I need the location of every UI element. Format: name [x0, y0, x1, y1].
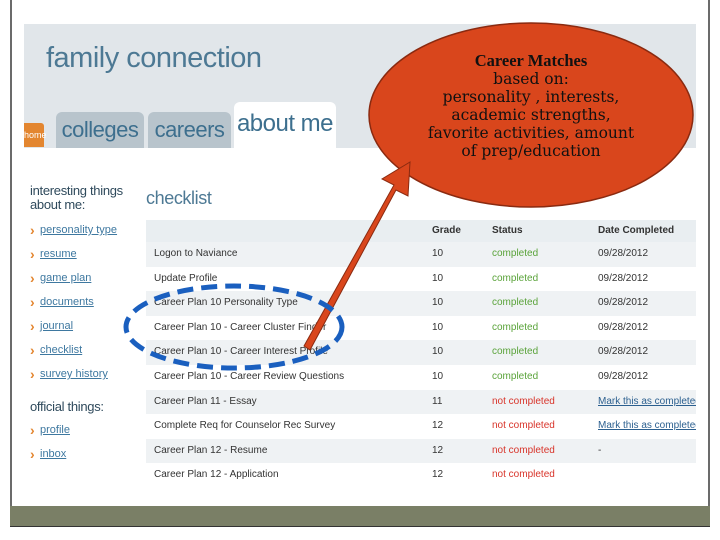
highlight-ellipse — [123, 283, 345, 371]
callout-line: of prep/education — [461, 142, 601, 160]
callout-text: Career Matches based on: personality , i… — [412, 51, 650, 161]
callout-line: academic strengths, — [451, 106, 611, 124]
callout-line: favorite activities, amount — [427, 124, 635, 142]
callout-arrow — [303, 161, 411, 351]
callout-line: personality , interests, — [442, 88, 620, 106]
callout-title: Career Matches — [474, 51, 588, 70]
callout-line: based on: — [493, 70, 569, 88]
